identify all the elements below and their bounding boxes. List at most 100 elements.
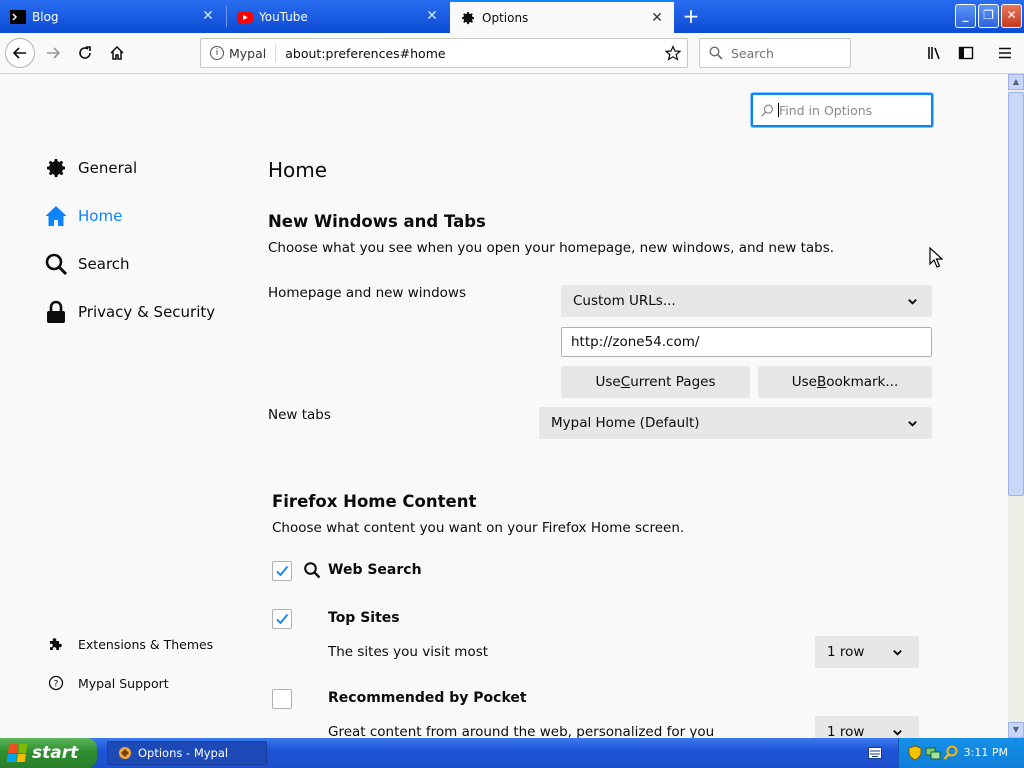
start-button[interactable]: start xyxy=(0,738,97,768)
hamburger-menu-icon xyxy=(999,47,1011,59)
library-button[interactable] xyxy=(920,38,950,68)
forward-button[interactable] xyxy=(38,38,68,68)
chevron-down-icon xyxy=(907,417,918,433)
terminal-icon xyxy=(10,9,26,25)
category-privacy[interactable]: Privacy & Security xyxy=(44,300,215,324)
new-tabs-select[interactable]: Mypal Home (Default) xyxy=(539,407,932,439)
input-value: http://zone54.com/ xyxy=(571,334,700,350)
find-in-options-input[interactable]: Find in Options xyxy=(751,93,933,127)
category-search[interactable]: Search xyxy=(44,252,130,276)
restore-icon[interactable]: ❐ xyxy=(978,4,999,28)
url-divider xyxy=(275,44,277,62)
close-tab-icon[interactable]: ✕ xyxy=(425,9,439,23)
button-label: Use xyxy=(791,374,817,390)
category-label: Home xyxy=(78,207,123,225)
close-window-icon[interactable]: ✕ xyxy=(1001,4,1022,28)
select-value: 1 row xyxy=(827,724,865,738)
section-description: Choose what content you want on your Fir… xyxy=(272,520,685,536)
select-value: 1 row xyxy=(827,644,865,660)
site-identity[interactable]: Mypal xyxy=(229,46,266,61)
access-key: B xyxy=(816,374,827,390)
tab-youtube[interactable]: YouTube ✕ xyxy=(227,0,449,33)
new-tab-icon[interactable]: + xyxy=(680,6,702,28)
system-tray: 3:11 PM xyxy=(898,738,1024,768)
footer-link-label: Extensions & Themes xyxy=(78,636,214,652)
task-label: Options - Mypal xyxy=(138,746,229,760)
use-current-pages-button[interactable]: Use Current Pages xyxy=(561,366,750,398)
find-placeholder: Find in Options xyxy=(779,102,873,118)
home-icon xyxy=(44,204,68,228)
tab-options[interactable]: Options ✕ xyxy=(450,0,674,33)
page-title: Home xyxy=(268,158,328,182)
taskbar-item-mypal[interactable]: Options - Mypal xyxy=(107,741,267,765)
lock-icon xyxy=(44,300,68,324)
close-tab-icon[interactable]: ✕ xyxy=(201,9,215,23)
help-icon: ? xyxy=(47,674,65,692)
option-label: Web Search xyxy=(328,562,422,578)
top-sites-rows-select[interactable]: 1 row xyxy=(815,636,919,668)
start-label: start xyxy=(32,743,79,763)
reload-button[interactable] xyxy=(70,38,100,68)
pocket-rows-select[interactable]: 1 row xyxy=(815,716,919,738)
mypal-support-link[interactable]: ? Mypal Support xyxy=(47,674,169,692)
tab-label: YouTube xyxy=(259,9,308,24)
taskbar: start Options - Mypal 3:11 PM xyxy=(0,738,1024,768)
back-button[interactable] xyxy=(5,38,35,68)
sidebar-button[interactable] xyxy=(951,38,981,68)
search-icon xyxy=(761,104,774,117)
search-tray-icon[interactable] xyxy=(943,745,959,761)
home-button[interactable] xyxy=(102,38,132,68)
tab-label: Blog xyxy=(32,9,59,24)
star-icon[interactable] xyxy=(664,45,682,64)
top-sites-checkbox[interactable] xyxy=(272,609,292,629)
category-general[interactable]: General xyxy=(44,156,137,180)
home-icon xyxy=(110,45,124,60)
web-search-option: Web Search xyxy=(303,561,422,579)
reload-icon xyxy=(79,46,91,59)
category-home[interactable]: Home xyxy=(44,204,122,228)
network-icon[interactable] xyxy=(925,745,941,761)
tab-strip: Blog ✕ YouTube ✕ Options ✕ + _ ❐ ✕ xyxy=(0,0,1024,33)
svg-text:?: ? xyxy=(54,680,59,690)
section-description: Choose what you see when you open your h… xyxy=(268,240,835,256)
info-icon[interactable]: i xyxy=(210,46,224,60)
select-value: Mypal Home (Default) xyxy=(551,415,700,431)
use-bookmark-button[interactable]: Use Bookmark... xyxy=(758,366,932,398)
url-bar[interactable]: i Mypal about:preferences#home xyxy=(200,38,688,68)
access-key: C xyxy=(620,374,631,390)
footer-link-label: Mypal Support xyxy=(78,675,169,691)
section-heading-new-windows: New Windows and Tabs xyxy=(268,212,486,231)
windows-logo-icon xyxy=(6,744,28,762)
pocket-checkbox[interactable] xyxy=(272,689,292,709)
scrollbar-thumb[interactable] xyxy=(1008,92,1024,496)
shield-icon[interactable] xyxy=(907,745,923,761)
url-text[interactable]: about:preferences#home xyxy=(285,46,445,61)
library-icon xyxy=(928,47,940,60)
web-search-checkbox[interactable] xyxy=(272,561,292,581)
close-tab-icon[interactable]: ✕ xyxy=(650,11,664,25)
homepage-select[interactable]: Custom URLs... xyxy=(561,285,932,317)
search-bar[interactable]: Search xyxy=(699,38,851,68)
sidebar-icon xyxy=(958,46,974,60)
category-label: Privacy & Security xyxy=(78,303,216,321)
homepage-url-input[interactable]: http://zone54.com/ xyxy=(561,327,932,357)
youtube-icon xyxy=(237,9,253,25)
scroll-down-icon[interactable]: ▼ xyxy=(1008,722,1024,738)
keyboard-icon[interactable] xyxy=(868,747,882,759)
menu-button[interactable] xyxy=(990,38,1020,68)
clock: 3:11 PM xyxy=(963,746,1008,759)
tab-blog[interactable]: Blog ✕ xyxy=(0,0,225,33)
puzzle-icon xyxy=(47,635,65,653)
search-placeholder: Search xyxy=(731,45,774,61)
chevron-down-icon xyxy=(892,646,903,662)
chevron-down-icon xyxy=(892,726,903,738)
checkmark-icon xyxy=(276,613,289,625)
minimize-icon[interactable]: _ xyxy=(955,4,976,28)
navigation-toolbar: i Mypal about:preferences#home Search xyxy=(0,33,1024,74)
button-label: urrent Pages xyxy=(630,374,716,390)
arrow-left-icon xyxy=(12,47,26,59)
category-label: Search xyxy=(78,255,130,273)
extensions-themes-link[interactable]: Extensions & Themes xyxy=(47,635,213,653)
scroll-up-icon[interactable]: ▲ xyxy=(1008,74,1024,90)
vertical-scrollbar[interactable]: ▲ ▼ xyxy=(1008,74,1024,738)
